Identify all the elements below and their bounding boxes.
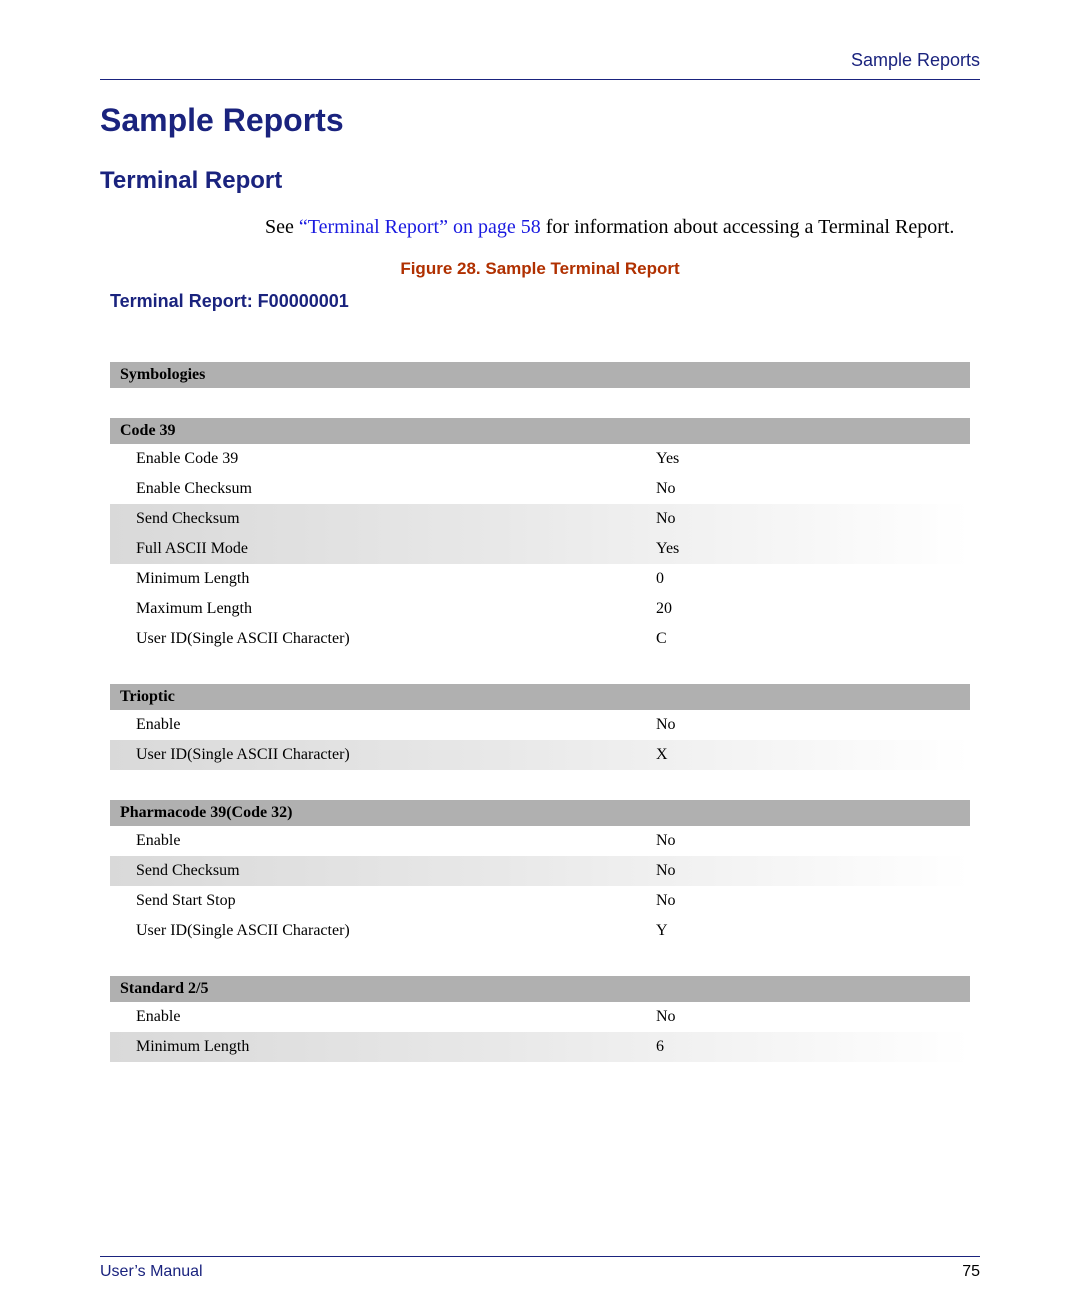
table-row: User ID(Single ASCII Character) C (110, 624, 970, 654)
footer-page-number: 75 (962, 1263, 980, 1281)
row-value: 6 (656, 1038, 776, 1056)
table-row: Full ASCII Mode Yes (110, 534, 970, 564)
section-code39: Code 39 Enable Code 39 Yes Enable Checks… (110, 418, 970, 654)
table-row: Enable No (110, 1002, 970, 1032)
row-label: Minimum Length (136, 570, 656, 588)
intro-prefix: See (265, 216, 299, 238)
row-value: No (656, 1008, 776, 1026)
row-label: Enable (136, 832, 656, 850)
section-header-pharmacode: Pharmacode 39(Code 32) (110, 800, 970, 826)
section-subtitle: Terminal Report (100, 167, 980, 195)
intro-suffix: for information about accessing a Termin… (541, 216, 955, 238)
section-header-code39: Code 39 (110, 418, 970, 444)
table-row: Enable Code 39 Yes (110, 444, 970, 474)
table-row: Minimum Length 0 (110, 564, 970, 594)
top-rule (100, 79, 980, 80)
page-footer: User’s Manual 75 (100, 1256, 980, 1281)
section-header-trioptic: Trioptic (110, 684, 970, 710)
row-value: No (656, 716, 776, 734)
table-row: User ID(Single ASCII Character) Y (110, 916, 970, 946)
report-title: Terminal Report: F00000001 (110, 291, 980, 312)
row-value: 20 (656, 600, 776, 618)
intro-paragraph: See “Terminal Report” on page 58 for inf… (100, 213, 980, 241)
row-label: Enable Code 39 (136, 450, 656, 468)
table-row: Enable Checksum No (110, 474, 970, 504)
table-row: Maximum Length 20 (110, 594, 970, 624)
row-label: Enable Checksum (136, 480, 656, 498)
row-label: User ID(Single ASCII Character) (136, 630, 656, 648)
row-label: Send Start Stop (136, 892, 656, 910)
section-symbologies: Symbologies (110, 362, 970, 388)
row-label: User ID(Single ASCII Character) (136, 746, 656, 764)
row-label: Send Checksum (136, 510, 656, 528)
page-title: Sample Reports (100, 102, 980, 139)
row-value: No (656, 832, 776, 850)
table-row: Enable No (110, 826, 970, 856)
row-value: Yes (656, 540, 776, 558)
section-pharmacode: Pharmacode 39(Code 32) Enable No Send Ch… (110, 800, 970, 946)
row-label: Send Checksum (136, 862, 656, 880)
row-label: Enable (136, 1008, 656, 1026)
row-value: No (656, 892, 776, 910)
table-row: Send Checksum No (110, 856, 970, 886)
row-label: Maximum Length (136, 600, 656, 618)
row-value: No (656, 480, 776, 498)
table-row: Enable No (110, 710, 970, 740)
row-value: 0 (656, 570, 776, 588)
section-trioptic: Trioptic Enable No User ID(Single ASCII … (110, 684, 970, 770)
row-value: No (656, 862, 776, 880)
running-head: Sample Reports (100, 50, 980, 71)
row-value: Y (656, 922, 776, 940)
figure-caption: Figure 28. Sample Terminal Report (100, 259, 980, 279)
section-standard25: Standard 2/5 Enable No Minimum Length 6 (110, 976, 970, 1062)
table-row: User ID(Single ASCII Character) X (110, 740, 970, 770)
section-header-standard25: Standard 2/5 (110, 976, 970, 1002)
row-label: Minimum Length (136, 1038, 656, 1056)
table-row: Send Start Stop No (110, 886, 970, 916)
table-row: Send Checksum No (110, 504, 970, 534)
row-value: C (656, 630, 776, 648)
row-value: Yes (656, 450, 776, 468)
row-label: Enable (136, 716, 656, 734)
row-label: Full ASCII Mode (136, 540, 656, 558)
footer-manual-label: User’s Manual (100, 1263, 203, 1281)
intro-link[interactable]: “Terminal Report” on page 58 (299, 216, 541, 238)
footer-rule (100, 1256, 980, 1257)
row-label: User ID(Single ASCII Character) (136, 922, 656, 940)
row-value: X (656, 746, 776, 764)
section-header-symbologies: Symbologies (110, 362, 970, 388)
row-value: No (656, 510, 776, 528)
table-row: Minimum Length 6 (110, 1032, 970, 1062)
